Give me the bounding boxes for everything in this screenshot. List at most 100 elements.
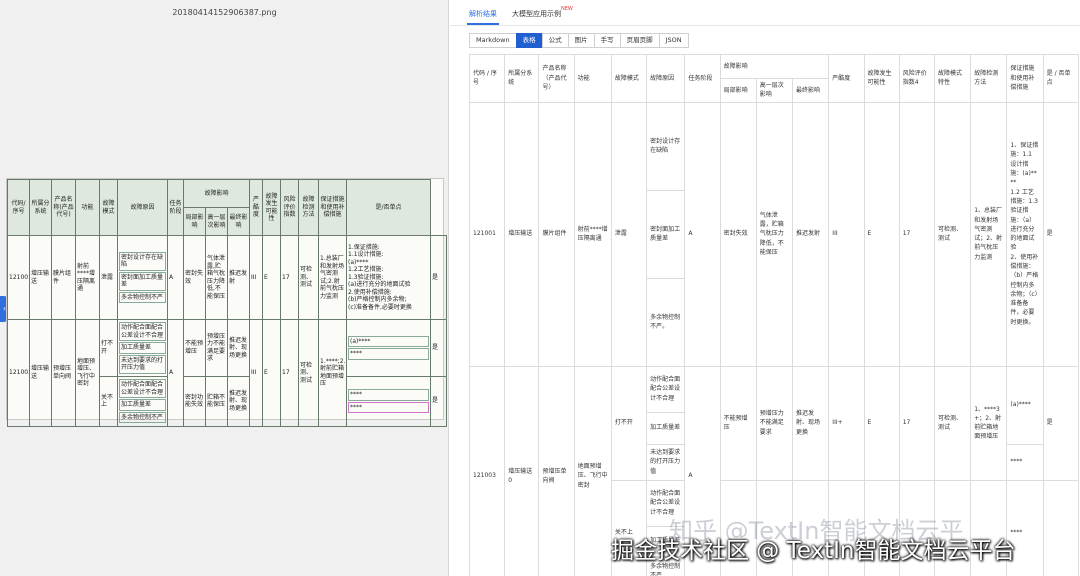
scan-header: 保证措施和使用补偿措施 [318,179,348,236]
result-pane: 解析结果 大模型应用示例 NEW Markdown 表格 公式 图片 手写 页眉… [450,0,1080,576]
table-cell: 不能预增压 [719,365,757,481]
format-tab-table[interactable]: 表格 [515,33,543,48]
scan-cell: 121001 [7,235,30,320]
image-preview-pane: 20180414152906387.png ‹ 代码/序号 所属分系统 产品名称… [0,0,449,576]
table-cell: E [863,365,900,481]
format-tab-handwriting[interactable]: 手写 [593,33,621,48]
table-header: 故障原因 [646,54,686,103]
scan-cell: (a)**** **** [346,319,432,377]
scan-header: 风险评价指数 [280,179,300,236]
table-cell: 密封面加工质量差 [646,189,686,279]
scan-cell: 推迟发射、现场更换 [226,375,251,427]
table-cell: III+ [828,365,865,481]
scan-measure: 1.1设计措施: [348,251,384,259]
scan-cell: 121003 [7,319,30,427]
scan-measure: (b)严格控制内多余物; [348,296,407,304]
table-cell: E [863,101,900,367]
scan-cell: 增压输送 [29,235,52,320]
scan-subheader: 最终影响 [226,207,251,236]
scan-measure: **** [348,348,430,360]
table-cell: 密封失效 [719,101,757,367]
scan-header: 代码/序号 [7,179,30,236]
tab-llm-demo[interactable]: 大模型应用示例 [512,9,561,19]
format-tab-json[interactable]: JSON [658,33,689,48]
table-cell: 1、保证措施：1.1 设计措施：(a)**** 1.2 工艺措施：1.3 验证措… [1006,101,1044,367]
table-subheader: 局部影响 [719,78,757,103]
table-header: 风险评价指数4 [898,54,935,103]
table-cell: A [684,101,721,367]
measure-line: 2、使用补偿措施：（b）严格控制内多余物；（c）准备备件，必要时更换。 [1010,253,1039,326]
scan-cell: 密封设计存在缺陷 密封面加工质量差 多余物控制不严 [117,235,168,320]
table-cell: (a)**** [1006,365,1044,445]
scan-cell: 预增压力不能满足要求 [205,319,228,377]
table-header: 严酷度 [828,54,865,103]
active-tab-underline [467,23,499,25]
table-cell: 打不开 [610,365,648,481]
table-header: 是 / 否单点 [1042,54,1079,103]
table-header: 产品名称（产品代号） [538,54,575,103]
measure-line: 1.2 工艺措施：1.3 验证措施：（a）进行充分的地面试验 [1010,188,1038,252]
scan-cell: 地面预增压、飞行中密封 [75,319,100,427]
table-cell: 1、****3+；2、射前贮箱地面预增压 [970,365,1008,481]
scan-cell: E [262,319,282,427]
scan-cell: 1.保证措施: 1.1设计措施: (a)**** 1.2工艺措施: 1.3验证措… [346,235,432,320]
table-cell: 加工质量差 [646,411,686,445]
format-tab-formula[interactable]: 公式 [541,33,569,48]
scan-cell: III [249,235,264,320]
scan-cause: 未达到要求的打开压力值 [119,354,166,374]
scan-cell: 是 [430,235,448,320]
scan-cell: 增压输送 [29,319,52,427]
scan-measure: **** [348,389,430,401]
table-cell: 17 [898,365,935,481]
table-header: 故障模式 [610,54,648,103]
table-cell: 推迟发射、现场更换 [792,365,830,481]
table-header: 功能 [573,54,612,103]
table-cell: 增压输送 [504,101,540,367]
table-cell: 地面预增压、飞行中密封 [573,365,612,576]
table-header: 保证措施和使用补偿措施 [1006,54,1044,103]
table-cell: **** [1006,443,1044,481]
scan-header: 严酷度 [249,179,264,236]
table-cell: 预增压单向阀 [538,365,575,576]
format-tab-header-footer[interactable]: 页眉页脚 [619,33,660,48]
scan-header: 故障发生可能性 [262,179,282,236]
scan-cell: 泄露 [99,235,118,320]
scanned-table-image: 代码/序号 所属分系统 产品名称(产品代号) 功能 故障模式 故障原因 任务阶段… [6,178,448,427]
table-cell: 多余物控制不严。 [646,277,686,367]
table-cell: 射前****增压隔离通 [573,101,612,367]
table-cell: 泄露 [610,101,648,367]
scan-cell: 是 [430,375,448,427]
scan-cell: 膜片组件 [51,235,76,320]
scan-measure: (a)进行充分的地面试验 [348,281,411,289]
table-cell: 可检测、测试 [933,101,972,367]
scan-header: 产品名称(产品代号) [51,179,76,236]
parsed-table: 代码 / 序号 所属分系统 产品名称（产品代号） 功能 故障模式 故障原因 任务… [469,54,1079,576]
format-tab-markdown[interactable]: Markdown [469,33,517,48]
scan-cell: 推迟发射 [226,235,251,320]
scan-cell: 1.总装厂和发射场气密测试;2.射前气枕压力监测 [318,235,348,320]
format-tab-image[interactable]: 图片 [567,33,595,48]
table-header: 故障影响 [719,54,830,79]
scan-header: 故障原因 [117,179,168,236]
table-cell: 密封设计存在缺陷 [646,101,686,191]
scan-cell: 可检测、测试 [298,235,320,320]
scan-cell: **** **** [346,375,432,427]
measure-line: 1、保证措施：1.1 设计措施：(a)**** [1010,142,1039,187]
format-tabs: Markdown 表格 公式 图片 手写 页眉页脚 JSON [469,33,689,48]
table-cell: 膜片组件 [538,101,575,367]
scan-subheader: 高一层次影响 [205,207,228,236]
table-cell: 17 [898,101,935,367]
table-cell: 增压输送0 [504,365,540,576]
watermark-juejin: 掘金技术社区 @ TextIn智能文档云平台 [611,538,1016,564]
table-cell: 121001 [469,101,506,367]
table-header: 故障模式特性 [933,54,972,103]
table-subheader: 高一层次影响 [755,78,794,103]
table-cell: 是 [1042,365,1079,481]
table-cell: 气体泄露，贮箱气枕压力降低，不能保压 [755,101,794,367]
tab-parse-result[interactable]: 解析结果 [469,9,497,19]
table-cell: 是 [1042,101,1079,367]
top-tabs: 解析结果 大模型应用示例 NEW [450,0,1080,26]
scan-cell: III [249,319,264,427]
table-cell: 未达到要求的打开压力值 [646,443,686,481]
scan-cell: 17 [280,235,300,320]
